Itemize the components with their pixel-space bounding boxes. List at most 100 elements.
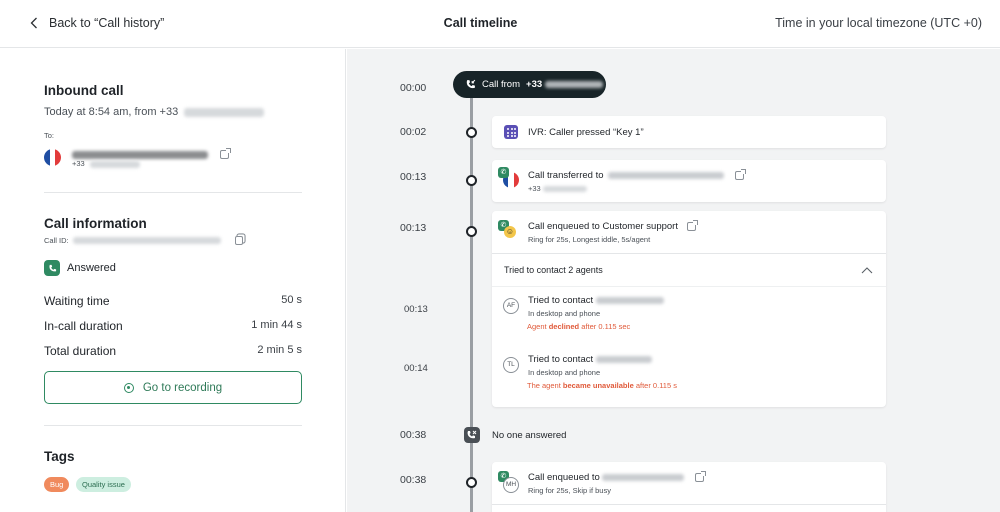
divider [44, 192, 302, 193]
call-id-row: Call ID: [44, 236, 243, 245]
copy-icon[interactable] [234, 236, 243, 245]
header-bar: Back to “Call history” Call timeline Tim… [0, 0, 1000, 48]
enqueued2-prefix: Call enqueued to [528, 472, 600, 483]
agent-outcome: Agent declined after 0.115 sec [527, 322, 630, 331]
call-type-heading: Inbound call [44, 83, 124, 98]
record-icon [123, 382, 134, 393]
to-label: To: [44, 131, 55, 140]
redacted-destination-number [89, 160, 140, 168]
external-link-icon[interactable] [695, 470, 707, 482]
outcome-suffix: after 0.115 sec [581, 322, 631, 331]
transfer-number-prefix: +33 [528, 184, 541, 193]
metric-waiting-time: Waiting time 50 s [44, 294, 302, 308]
phone-icon: ✆ [498, 167, 509, 178]
outcome-bold: declined [548, 322, 580, 331]
agent-device: In desktop and phone [528, 309, 601, 318]
timeline-node [466, 226, 477, 237]
agent-device: In desktop and phone [528, 368, 601, 377]
call-id-label: Call ID: [44, 236, 69, 245]
external-link-icon[interactable] [220, 148, 232, 160]
agent-avatar: MH [503, 477, 519, 493]
status-badge: Answered [44, 260, 116, 276]
agent-avatar: TL [503, 357, 519, 373]
divider [44, 425, 302, 426]
agent-outcome: The agent became unavailable after 0.115… [527, 381, 677, 390]
chevron-up-icon [861, 267, 873, 274]
agent-title-prefix: Tried to contact [528, 354, 594, 365]
timestamp: 00:38 [400, 429, 427, 441]
enqueued2-line: Call enqueued to [528, 470, 707, 483]
enqueued-event-card-2: ✆ MH Call enqueued to Ring for 25s, Skip… [492, 462, 886, 512]
metric-value: 2 min 5 s [257, 344, 302, 356]
smiley-icon: ☺ [504, 226, 516, 238]
enqueued-line: Call enqueued to Customer support [528, 219, 698, 232]
timeline-panel: 00:00 Call from +33 00:02 IVR: Caller pr… [347, 49, 1000, 512]
timestamp: 00:00 [400, 82, 427, 94]
call-from-label: Call from [482, 79, 521, 90]
external-link-icon[interactable] [686, 219, 698, 231]
status-text: Answered [67, 262, 116, 274]
transfer-line: Call transferred to [528, 168, 746, 181]
phone-icon [44, 260, 60, 276]
timestamp: 00:38 [400, 474, 427, 486]
divider [492, 504, 886, 505]
agent-title-prefix: Tried to contact [528, 295, 594, 306]
agent-line: Tried to contact [528, 295, 664, 306]
timeline-node [466, 477, 477, 488]
tag-quality-issue[interactable]: Quality issue [76, 477, 131, 492]
transfer-event-card: ✆ Call transferred to +33 [492, 160, 886, 202]
outcome-prefix: Agent [527, 322, 547, 331]
agent-line: Tried to contact [528, 354, 652, 365]
missed-call-icon [464, 427, 480, 443]
divider [492, 286, 886, 287]
timezone-note: Time in your local timezone (UTC +0) [775, 16, 982, 30]
tag-bug[interactable]: Bug [44, 477, 70, 492]
outcome-prefix: The agent [527, 381, 561, 390]
redacted-caller-number [184, 107, 265, 117]
redacted-caller-number [545, 81, 604, 88]
destination-number-prefix: +33 [72, 159, 85, 168]
ivr-event-card: IVR: Caller pressed “Key 1” [492, 116, 886, 148]
transfer-number: +33 [528, 184, 587, 193]
call-from-pill: Call from +33 [453, 71, 606, 98]
redacted-agent-name [595, 355, 652, 363]
enqueued2-sub: Ring for 25s, Skip if busy [528, 486, 611, 495]
incoming-call-icon [466, 79, 476, 89]
metric-in-call-duration: In-call duration 1 min 44 s [44, 319, 302, 333]
redacted-agent-name [602, 473, 685, 481]
redacted-transfer-destination [608, 171, 725, 179]
enqueued-title: Call enqueued to Customer support [528, 221, 678, 232]
timeline-rail [470, 85, 473, 512]
timeline-node [466, 175, 477, 186]
enqueued-event-card: ✆ ☺ Call enqueued to Customer support Ri… [492, 211, 886, 407]
external-link-icon[interactable] [734, 168, 746, 180]
tried-agents-toggle[interactable]: Tried to contact 2 agents [492, 254, 886, 286]
call-information-heading: Call information [44, 216, 147, 231]
outcome-bold: became unavailable [562, 381, 634, 390]
metric-label: Waiting time [44, 294, 110, 308]
redacted-agent-name [595, 296, 664, 304]
agent-avatar: AF [503, 298, 519, 314]
enqueued-sub: Ring for 25s, Longest iddle, 5s/agent [528, 235, 651, 244]
outcome-suffix: after 0.115 s [635, 381, 677, 390]
metric-label: In-call duration [44, 319, 123, 333]
call-from-number: +33 [526, 79, 543, 90]
metric-total-duration: Total duration 2 min 5 s [44, 344, 302, 358]
ivr-keypad-icon [504, 125, 518, 139]
metric-value: 50 s [281, 294, 302, 306]
timestamp: 00:14 [404, 363, 428, 374]
redacted-call-id [72, 237, 221, 244]
redacted-destination-name [72, 150, 208, 159]
france-flag-icon [44, 149, 61, 166]
metric-label: Total duration [44, 344, 117, 358]
call-when-text: Today at 8:54 am, from +33 [44, 106, 179, 118]
metric-value: 1 min 44 s [251, 319, 302, 331]
timestamp: 00:02 [400, 126, 427, 138]
go-to-recording-button[interactable]: Go to recording [44, 371, 302, 404]
tags-heading: Tags [44, 449, 75, 464]
destination-number: +33 [72, 159, 140, 168]
timestamp: 00:13 [404, 304, 428, 315]
call-details-panel: Inbound call Today at 8:54 am, from +33 … [0, 49, 346, 512]
recording-button-label: Go to recording [142, 381, 223, 394]
timestamp: 00:13 [400, 171, 427, 183]
